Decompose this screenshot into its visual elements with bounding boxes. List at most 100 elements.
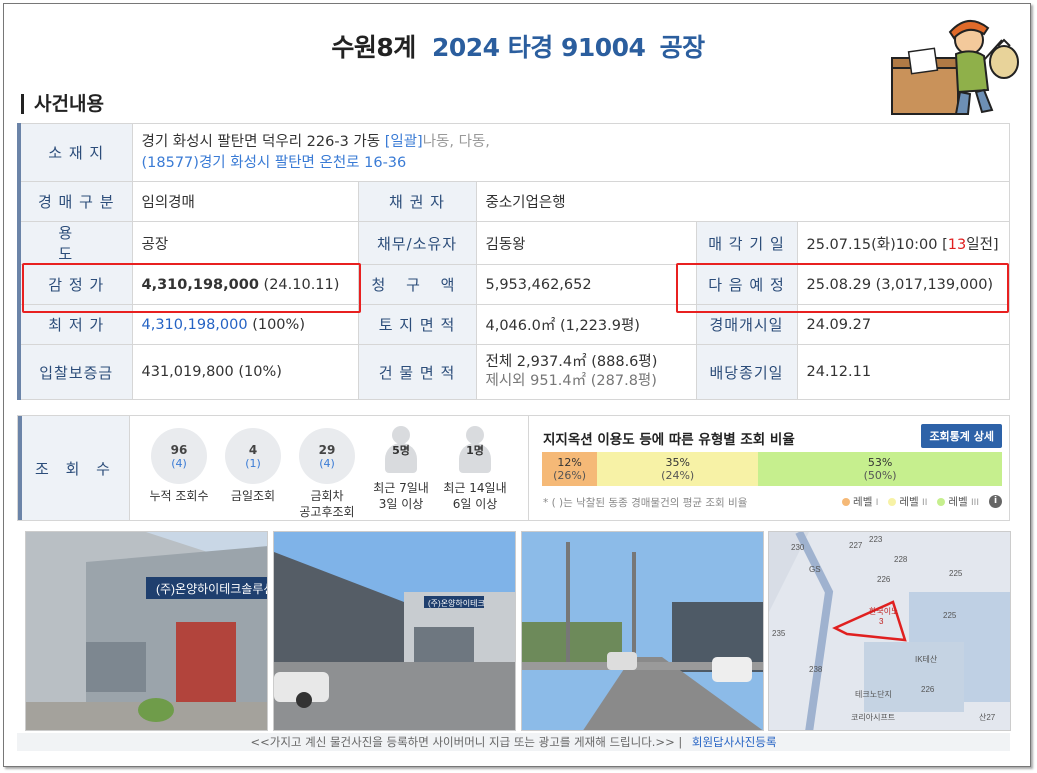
legend-roman: III bbox=[971, 498, 979, 508]
dividend-date-label: 배당종기일 bbox=[695, 344, 798, 400]
map-label: 산27 bbox=[979, 712, 996, 722]
location-value: 경기 화성시 팔탄면 덕우리 226-3 가동 [일괄]나동, 다동, (185… bbox=[131, 123, 1010, 182]
ratio-segment-level-1: 12% (26%) bbox=[542, 452, 598, 486]
legend-roman: I bbox=[875, 498, 879, 508]
photo-register-footer: <<가지고 계신 물건사진을 등록하면 사이버머니 지급 또는 광고를 게재해 … bbox=[17, 733, 1010, 751]
map-label: GS bbox=[809, 565, 821, 574]
building-sign: (주)온양하이테크솔루션 bbox=[156, 582, 268, 596]
map-label: 227 bbox=[849, 541, 863, 550]
map-label: 228 bbox=[894, 555, 908, 564]
stat-caption-2: 공고후조회 bbox=[299, 505, 355, 519]
map-label: 한국이노 bbox=[869, 606, 898, 616]
stat-num: 4 bbox=[248, 442, 258, 457]
debtor-label: 채무/소유자 bbox=[357, 221, 477, 265]
ratio-value-label: 12% bbox=[557, 456, 582, 469]
bundle-link[interactable]: [일괄] bbox=[385, 134, 423, 150]
stat-num: 96 bbox=[170, 442, 188, 457]
property-map[interactable]: 230 227 223 228 226 225 GS 235 238 226 2… bbox=[768, 531, 1011, 731]
minimum-pct: (100%) bbox=[252, 316, 305, 333]
map-label: 235 bbox=[772, 629, 786, 638]
legend-level-3: 레벨 III bbox=[937, 494, 979, 509]
property-photo-3[interactable] bbox=[521, 531, 764, 731]
appraisal-highlight bbox=[22, 263, 361, 313]
days-left: 13 bbox=[947, 236, 967, 253]
sale-date-text: 25.07.15(화)10:00 [ bbox=[806, 236, 948, 253]
deposit-value: 431,019,800 (10%) bbox=[131, 344, 359, 400]
map-label: 코리아시프트 bbox=[851, 712, 895, 722]
minimum-amount: 4,310,198,000 bbox=[141, 316, 248, 333]
stat-caption: 누적 조회수 bbox=[149, 489, 209, 503]
views-label: 조 회 수 bbox=[18, 416, 130, 520]
building-area-label: 건 물 면 적 bbox=[357, 344, 477, 400]
legend-text: 레벨 bbox=[899, 496, 919, 508]
ratio-average-label: (24%) bbox=[661, 469, 695, 482]
building-sign: (주)온양하이테크 bbox=[428, 598, 485, 608]
person-caption: 최근 7일내 bbox=[373, 481, 429, 495]
mascot-illustration bbox=[891, 20, 1019, 115]
legend-roman: II bbox=[922, 498, 928, 508]
info-icon[interactable]: i bbox=[989, 495, 1002, 508]
case-number: 2024 타경 91004 bbox=[431, 33, 646, 62]
legend-dot bbox=[937, 498, 946, 506]
days-left-tail: 일전] bbox=[966, 236, 999, 253]
building-area-value: 전체 2,937.4㎡ (888.6평) 제시외 951.4㎡ (287.8평) bbox=[475, 344, 697, 400]
auction-type-value: 임의경매 bbox=[131, 181, 359, 222]
location-address: 경기 화성시 팔탄면 덕우리 226-3 가동 bbox=[141, 133, 381, 150]
stat-round-views: 29 (4) 금회차 공고후조회 bbox=[290, 428, 364, 520]
view-ratio-panel: 지지옥션 이용도 등에 따른 유형별 조회 비율 조회통계 상세 12% (26%… bbox=[528, 416, 1010, 520]
property-photo-2[interactable]: (주)온양하이테크 bbox=[273, 531, 516, 731]
person-count: 1명 bbox=[466, 444, 484, 457]
usage-value: 공장 bbox=[131, 221, 359, 265]
stat-sub: (4) bbox=[319, 456, 335, 470]
person-icon: 5명 bbox=[381, 426, 421, 474]
deposit-label: 입찰보증금 bbox=[17, 344, 133, 400]
legend-text: 레벨 bbox=[853, 496, 873, 508]
land-area-label: 토 지 면 적 bbox=[357, 304, 477, 345]
building-area-extra: 제시외 951.4㎡ (287.8평) bbox=[485, 373, 657, 389]
person-caption-2: 3일 이상 bbox=[378, 497, 424, 511]
stat-circle: 4 (1) bbox=[225, 428, 281, 484]
stat-sub: (1) bbox=[245, 456, 261, 470]
map-label: 223 bbox=[869, 535, 883, 544]
stat-circle: 29 (4) bbox=[299, 428, 355, 484]
ratio-legend: 레벨 I 레벨 II 레벨 III i bbox=[836, 494, 1002, 509]
ratio-value-label: 35% bbox=[665, 456, 690, 469]
court-name: 수원8계 bbox=[331, 33, 416, 62]
legend-text: 레벨 bbox=[948, 496, 968, 508]
stat-7day-visitors: 5명 최근 7일내 3일 이상 bbox=[364, 426, 438, 512]
legend-level-1: 레벨 I bbox=[842, 494, 878, 509]
footer-text: <<가지고 계신 물건사진을 등록하면 사이버머니 지급 또는 광고를 게재해 … bbox=[250, 735, 683, 749]
creditor-label: 채 권 자 bbox=[357, 181, 477, 222]
property-type: 공장 bbox=[659, 33, 706, 62]
ratio-segment-level-3: 53% (50%) bbox=[758, 452, 1002, 486]
page-title: 수원8계 2024 타경 91004 공장 bbox=[4, 28, 1032, 64]
map-label: 230 bbox=[791, 543, 805, 552]
legend-dot bbox=[888, 498, 897, 506]
road-address[interactable]: (18577)경기 화성시 팔탄면 온천로 16-36 bbox=[142, 155, 407, 171]
person-caption-2: 6일 이상 bbox=[452, 497, 498, 511]
dividend-date-value: 24.12.11 bbox=[796, 344, 1010, 400]
land-area-value: 4,046.0㎡ (1,223.9평) bbox=[475, 304, 697, 345]
ratio-segment-level-2: 35% (24%) bbox=[597, 452, 759, 486]
stat-today-views: 4 (1) 금일조회 bbox=[216, 428, 290, 504]
map-label: IK테산 bbox=[915, 654, 938, 664]
stat-caption: 금일조회 bbox=[230, 489, 276, 503]
debtor-value: 김동왕 bbox=[475, 221, 697, 265]
person-caption: 최근 14일내 bbox=[443, 481, 507, 495]
legend-dot bbox=[842, 498, 851, 506]
ratio-note: * ( )는 낙찰된 동종 경매물건의 평균 조회 비율 bbox=[543, 497, 748, 509]
location-tail: 나동, 다동, bbox=[422, 133, 490, 150]
photo-register-link[interactable]: 회원답사사진등록 bbox=[692, 735, 777, 749]
person-count: 5명 bbox=[392, 444, 410, 457]
ratio-average-label: (50%) bbox=[863, 469, 897, 482]
claim-value: 5,953,462,652 bbox=[475, 264, 697, 305]
map-label: 226 bbox=[877, 575, 891, 584]
stat-num: 29 bbox=[318, 442, 336, 457]
property-photo-1[interactable]: (주)온양하이테크솔루션 bbox=[25, 531, 268, 731]
building-area-total: 전체 2,937.4㎡ (888.6평) bbox=[485, 354, 658, 370]
view-stats-panel: 조 회 수 96 (4) 누적 조회수 4 (1) 금일조회 29 (4) 금회차 공… bbox=[17, 415, 1010, 521]
ratio-value-label: 53% bbox=[867, 456, 893, 469]
stats-detail-button[interactable]: 조회통계 상세 bbox=[921, 424, 1002, 448]
map-label: 225 bbox=[949, 569, 963, 578]
person-icon: 1명 bbox=[455, 426, 495, 474]
